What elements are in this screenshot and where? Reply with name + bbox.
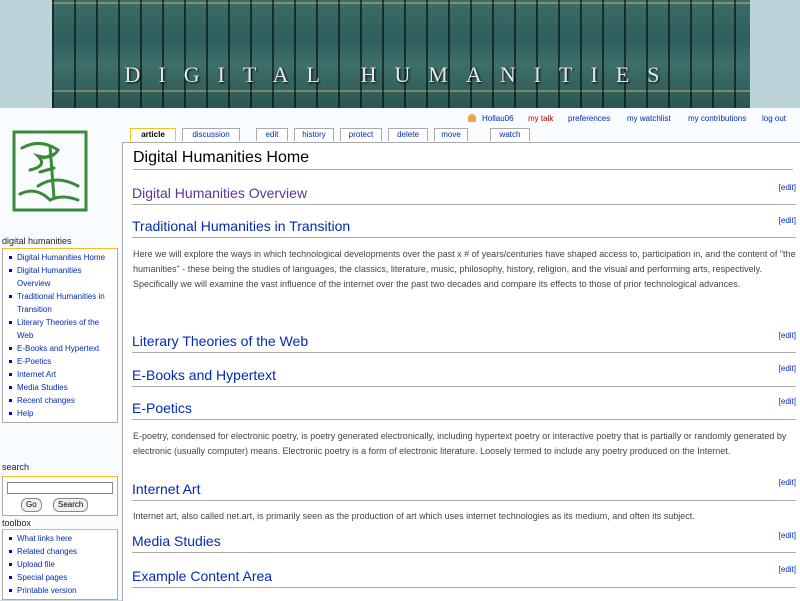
tab-article[interactable]: article [130, 128, 176, 141]
toolbox-item-upload-file[interactable]: Upload file [7, 558, 117, 571]
section-heading-traditional[interactable]: Traditional Humanities in Transition [132, 218, 796, 238]
site-banner: DIGITAL HUMANITIES [0, 0, 800, 108]
toolbox-item-special-pages[interactable]: Special pages [7, 571, 117, 584]
epoetics-paragraph: E-poetry, condensed for electronic poetr… [133, 431, 787, 456]
my-talk-link[interactable]: my talk [528, 114, 553, 123]
preferences-link[interactable]: preferences [568, 114, 610, 123]
tab-watch[interactable]: watch [490, 128, 530, 141]
search-input[interactable] [7, 482, 113, 494]
nav-item-traditional[interactable]: Traditional Humanities in Transition [7, 290, 117, 316]
sidebar: digital humanities Digital Humanities Ho… [0, 108, 122, 600]
log-out-link[interactable]: log out [762, 114, 786, 123]
section-heading-ebooks[interactable]: E-Books and Hypertext [132, 367, 796, 387]
tab-move[interactable]: move [434, 128, 468, 141]
navigation-title: digital humanities [2, 236, 72, 246]
internet-art-paragraph: Internet art, also called net.art, is pr… [133, 511, 695, 521]
nav-item-epoetics[interactable]: E-Poetics [7, 355, 117, 368]
toolbox-item-what-links-here[interactable]: What links here [7, 532, 117, 545]
page: digital humanities Digital Humanities Ho… [0, 108, 800, 601]
bookshelf-banner-image [52, 0, 750, 108]
nav-item-literary[interactable]: Literary Theories of the Web [7, 316, 117, 342]
toolbox-item-printable-version[interactable]: Printable version [7, 584, 117, 597]
section-heading-epoetics[interactable]: E-Poetics [132, 400, 796, 420]
nav-item-overview[interactable]: Digital Humanities Overview [7, 264, 117, 290]
content-area: Digital Humanities Home [edit] Digital H… [122, 142, 800, 601]
my-watchlist-link[interactable]: my watchlist [627, 114, 671, 123]
tab-protect[interactable]: protect [340, 128, 382, 141]
nav-item-home[interactable]: Digital Humanities Home [7, 251, 117, 264]
search-button[interactable]: Search [53, 498, 89, 512]
banner-title: DIGITAL HUMANITIES [124, 62, 678, 87]
tab-delete[interactable]: delete [388, 128, 428, 141]
nav-item-recent-changes[interactable]: Recent changes [7, 394, 117, 407]
tab-discussion[interactable]: discussion [182, 128, 240, 141]
navigation-portlet: Digital Humanities Home Digital Humaniti… [2, 248, 118, 423]
nav-item-ebooks[interactable]: E-Books and Hypertext [7, 342, 117, 355]
nav-item-media-studies[interactable]: Media Studies [7, 381, 117, 394]
section-heading-internet-art[interactable]: Internet Art [132, 481, 796, 501]
search-portlet: Go Search [2, 476, 118, 516]
traditional-paragraph: Here we will explore the ways in which t… [133, 249, 796, 289]
tab-edit[interactable]: edit [256, 128, 288, 141]
tab-history[interactable]: history [294, 128, 334, 141]
nav-item-help[interactable]: Help [7, 407, 117, 420]
user-page-link[interactable]: Hollau06 [482, 114, 514, 123]
section-heading-literary[interactable]: Literary Theories of the Web [132, 333, 796, 353]
search-title: search [2, 462, 30, 472]
site-logo[interactable] [10, 128, 90, 214]
nav-item-internet-art[interactable]: Internet Art [7, 368, 117, 381]
my-contributions-link[interactable]: my contributions [688, 114, 746, 123]
go-button[interactable]: Go [21, 498, 42, 512]
toolbox-item-related-changes[interactable]: Related changes [7, 545, 117, 558]
toolbox-title: toolbox [2, 518, 32, 528]
section-heading-media-studies[interactable]: Media Studies [132, 533, 796, 553]
section-heading-overview[interactable]: Digital Humanities Overview [132, 185, 796, 205]
section-heading-example[interactable]: Example Content Area [132, 568, 796, 588]
page-title: Digital Humanities Home [133, 149, 793, 170]
toolbox-portlet: What links here Related changes Upload f… [2, 529, 118, 600]
user-icon [468, 114, 476, 122]
